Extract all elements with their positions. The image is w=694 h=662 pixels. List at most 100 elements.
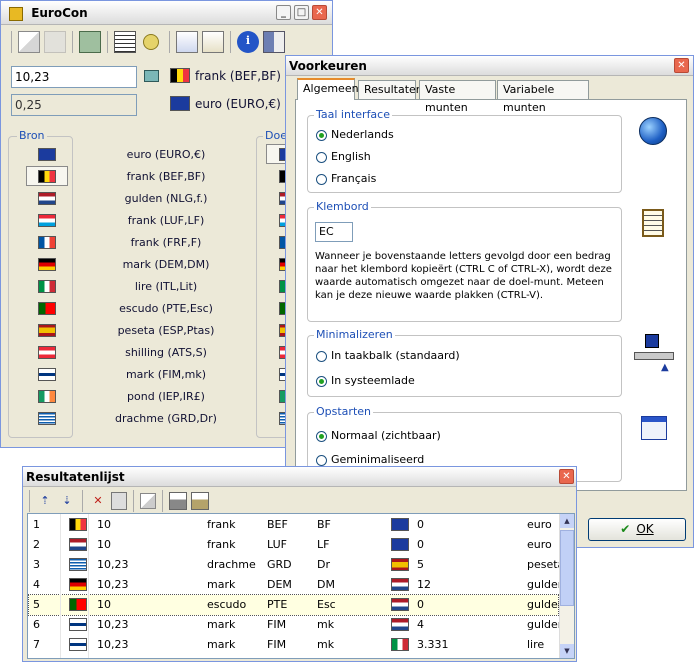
results-scrollbar[interactable]: ▲ ▼ (559, 514, 574, 658)
source-flag-at-icon[interactable] (38, 346, 56, 359)
copy-icon[interactable] (18, 31, 40, 53)
ok-button[interactable]: ✔ OK (588, 518, 686, 541)
results-close-button[interactable]: ✕ (559, 469, 574, 484)
result-row[interactable]: 6 10,23 mark FIM mk 4 gulden (29, 615, 565, 635)
preferences-close-button[interactable]: ✕ (674, 58, 689, 73)
check-icon: ✔ (620, 522, 631, 536)
copy-results-icon[interactable] (140, 493, 156, 509)
source-flag-lu-icon[interactable] (38, 214, 56, 227)
ok-label: OK (636, 522, 654, 536)
paste-icon[interactable] (44, 31, 66, 53)
export-icon[interactable] (176, 31, 198, 53)
cell-sym: Dr (317, 558, 330, 571)
source-flag-de-icon[interactable] (38, 258, 56, 271)
radio-systray[interactable]: In systeemlade (316, 374, 415, 387)
results-title: Resultatenlijst (26, 470, 125, 484)
source-flag-nl-icon[interactable] (38, 192, 56, 205)
settings-icon[interactable] (202, 31, 224, 53)
cell-target: euro (527, 518, 552, 531)
calculator-icon[interactable] (79, 31, 101, 53)
radio-label: In taakbalk (standaard) (331, 349, 460, 362)
source-flag-es-icon[interactable] (38, 324, 56, 337)
to-flag-icon (170, 96, 190, 111)
row-target-flag-icon (391, 598, 409, 611)
tab-vaste-munten[interactable]: Vaste munten (419, 80, 496, 114)
column-divider (60, 514, 61, 658)
cell-sym: mk (317, 638, 335, 651)
scroll-down-button[interactable]: ▼ (560, 644, 574, 658)
exit-icon[interactable] (263, 31, 285, 53)
radio-minimized[interactable]: Geminimaliseerd (316, 453, 424, 466)
preferences-titlebar[interactable]: Voorkeuren ✕ (286, 56, 693, 76)
source-flag-be-icon[interactable] (38, 170, 56, 183)
radio-label: In systeemlade (331, 374, 415, 387)
cell-n: 6 (33, 618, 40, 631)
calculator-small-icon[interactable] (144, 70, 159, 82)
result-row[interactable]: 1 10 frank BEF BF 0 euro (29, 515, 558, 535)
results-window: Resultatenlijst ✕ ⇡ ⇣ ✕ 1 10 frank BEF BF 0 eu… (22, 466, 577, 662)
eurocon-titlebar[interactable]: EuroCon _ □ ✕ (1, 1, 332, 25)
source-flag-gr-icon[interactable] (38, 412, 56, 425)
clipboard-icon (642, 209, 664, 237)
source-flag-eu-icon[interactable] (38, 148, 56, 161)
radio-english[interactable]: English (316, 150, 371, 163)
print-preview-icon[interactable] (191, 492, 209, 510)
cell-n: 5 (33, 598, 40, 611)
cell-name: frank (207, 518, 236, 531)
cell-result: 0 (417, 538, 424, 551)
clipboard-group-label: Klembord (314, 200, 371, 213)
results-titlebar[interactable]: Resultatenlijst ✕ (23, 467, 576, 487)
minimize-button[interactable]: _ (276, 5, 291, 20)
radio-francais[interactable]: Français (316, 172, 376, 185)
move-up-icon[interactable]: ⇡ (36, 492, 54, 510)
cell-sym: mk (317, 618, 335, 631)
amount-input[interactable]: 10,23 (11, 66, 137, 88)
close-button[interactable]: ✕ (312, 5, 327, 20)
pin-icon[interactable] (143, 34, 159, 50)
result-row[interactable]: 5 10 escudo PTE Esc 0 gulden (28, 594, 565, 616)
result-row[interactable]: 2 10 frank LUF LF 0 euro (29, 535, 558, 555)
cell-amount: 10 (97, 598, 111, 611)
move-down-icon[interactable]: ⇣ (58, 492, 76, 510)
tab-resultaten[interactable]: Resultaten (358, 80, 423, 99)
info-icon[interactable]: i (237, 31, 259, 53)
source-flag-ie-icon[interactable] (38, 390, 56, 403)
source-flag-it-icon[interactable] (38, 280, 56, 293)
tab-variabele-munten[interactable]: Variabele munten (497, 80, 589, 114)
result-row[interactable]: 3 10,23 drachme GRD Dr 5 peseta (29, 555, 564, 575)
scroll-up-button[interactable]: ▲ (560, 514, 574, 528)
cell-name: frank (207, 538, 236, 551)
app-logo-icon (9, 6, 23, 21)
toolbar-separator (11, 31, 12, 53)
row-target-flag-icon (391, 618, 409, 631)
row-target-flag-icon (391, 638, 409, 651)
delete-icon[interactable]: ✕ (89, 492, 107, 510)
radio-nederlands[interactable]: Nederlands (316, 128, 394, 141)
minimize-group-label: Minimalizeren (314, 328, 395, 341)
results-toolbar: ⇡ ⇣ ✕ (29, 490, 213, 512)
radio-taskbar[interactable]: In taakbalk (standaard) (316, 349, 460, 362)
radio-normal[interactable]: Normaal (zichtbaar) (316, 429, 441, 442)
source-flag-fr-icon[interactable] (38, 236, 56, 249)
cell-amount: 10,23 (97, 578, 129, 591)
tab-algemeen[interactable]: Algemeen (297, 78, 359, 100)
maximize-button[interactable]: □ (294, 5, 309, 20)
source-flag-fi-icon[interactable] (38, 368, 56, 381)
cell-result: 0 (417, 598, 424, 611)
scroll-thumb[interactable] (560, 530, 574, 606)
clear-icon[interactable] (111, 492, 127, 510)
row-source-flag-icon (69, 538, 87, 551)
systray-flag-icon (645, 334, 659, 348)
radio-dot (316, 129, 327, 141)
cell-sym: BF (317, 518, 331, 531)
result-row[interactable]: 7 10,23 mark FIM mk 3.331 lire (29, 635, 558, 655)
currency-label: mark (DEM,DM) (122, 258, 210, 271)
cell-result: 5 (417, 558, 424, 571)
source-flag-pt-icon[interactable] (38, 302, 56, 315)
row-source-flag-icon (69, 578, 87, 591)
clipboard-prefix-input[interactable]: EC (315, 222, 353, 242)
print-icon[interactable] (169, 492, 187, 510)
window-title: EuroCon (31, 6, 88, 20)
result-row[interactable]: 4 10,23 mark DEM DM 12 gulden (29, 575, 565, 595)
list-icon[interactable] (114, 31, 136, 53)
